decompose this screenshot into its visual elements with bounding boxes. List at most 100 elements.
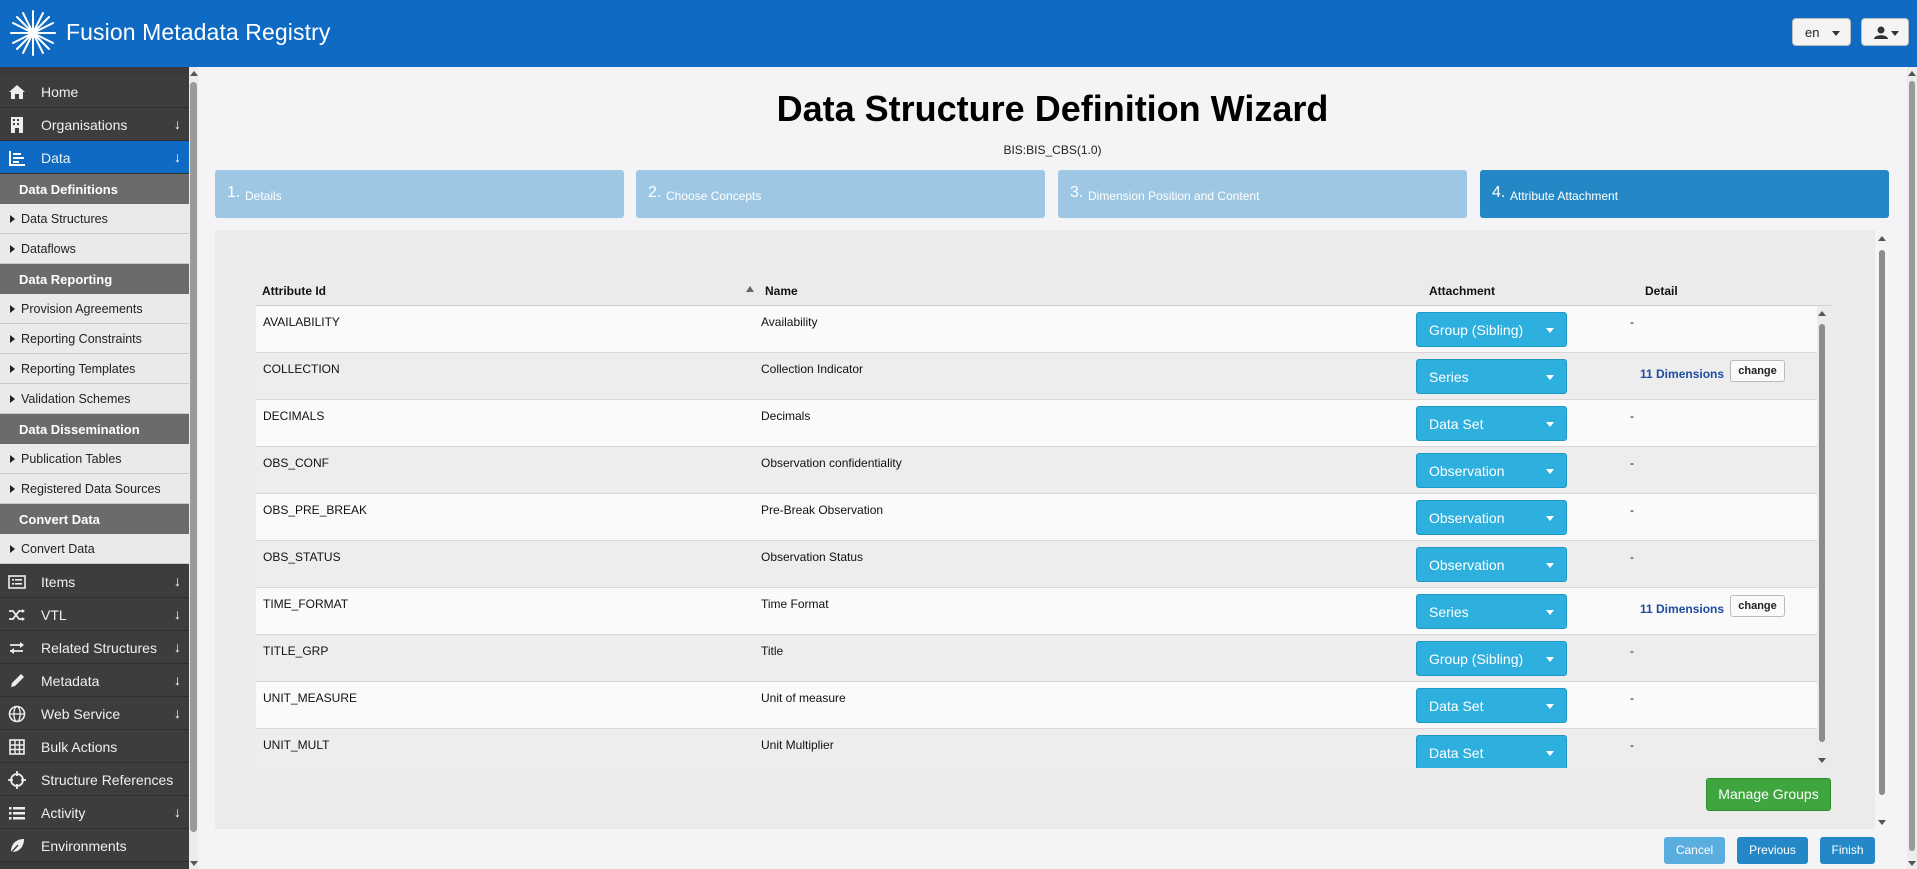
detail-value: - bbox=[1630, 315, 1634, 329]
attachment-dropdown[interactable]: Series bbox=[1416, 359, 1567, 394]
panel-scrollbar[interactable] bbox=[1877, 232, 1888, 828]
wizard-step-choose-concepts[interactable]: 2. Choose Concepts bbox=[636, 170, 1045, 218]
arrow-down-icon: ↓ bbox=[174, 116, 181, 132]
scroll-up-icon[interactable] bbox=[1908, 71, 1916, 76]
attribute-id: UNIT_MEASURE bbox=[263, 691, 358, 705]
chart-icon bbox=[9, 151, 25, 166]
language-dropdown[interactable]: en bbox=[1792, 18, 1851, 46]
attribute-id: DECIMALS bbox=[263, 409, 325, 423]
step-label: Choose Concepts bbox=[666, 189, 762, 203]
attachment-dropdown[interactable]: Observation bbox=[1416, 547, 1567, 582]
subitem-label: Validation Schemes bbox=[21, 392, 131, 406]
caret-right-icon bbox=[10, 395, 15, 403]
attachment-dropdown[interactable]: Data Set bbox=[1416, 688, 1567, 723]
attachment-value: Series bbox=[1429, 369, 1469, 385]
user-menu-button[interactable] bbox=[1861, 18, 1909, 46]
sidebar-item-related-structures[interactable]: Related Structures ↓ bbox=[0, 631, 189, 664]
subitem-label: Provision Agreements bbox=[21, 302, 143, 316]
wizard-step-details[interactable]: 1. Details bbox=[215, 170, 624, 218]
attribute-id: COLLECTION bbox=[263, 362, 340, 376]
sidebar-subitem-dataflows[interactable]: Dataflows bbox=[0, 234, 189, 264]
sidebar-subitem-reporting-templates[interactable]: Reporting Templates bbox=[0, 354, 189, 384]
sidebar-subitem-publication-tables[interactable]: Publication Tables bbox=[0, 444, 189, 474]
detail-value: - bbox=[1630, 691, 1634, 705]
sidebar-item-home[interactable]: Home bbox=[0, 75, 189, 108]
scroll-down-icon[interactable] bbox=[1818, 758, 1826, 763]
sidebar-item-vtl[interactable]: VTL ↓ bbox=[0, 598, 189, 631]
page-scrollbar[interactable] bbox=[1907, 67, 1917, 869]
wizard-step-dimension-position[interactable]: 3. Dimension Position and Content bbox=[1058, 170, 1467, 218]
sidebar-item-items[interactable]: Items ↓ bbox=[0, 565, 189, 598]
attribute-name: Time Format bbox=[761, 597, 829, 611]
attachment-dropdown[interactable]: Group (Sibling) bbox=[1416, 641, 1567, 676]
table-row: DECIMALS Decimals Data Set - bbox=[256, 400, 1817, 447]
table-scrollbar[interactable] bbox=[1817, 308, 1827, 768]
list-icon bbox=[9, 807, 25, 820]
attachment-dropdown[interactable]: Series bbox=[1416, 594, 1567, 629]
change-button[interactable]: change bbox=[1730, 595, 1785, 617]
building-icon bbox=[11, 117, 23, 133]
attribute-id: OBS_CONF bbox=[263, 456, 330, 470]
detail-value: - bbox=[1630, 550, 1634, 564]
sort-ascending-icon[interactable] bbox=[746, 286, 754, 292]
sidebar-item-organisations[interactable]: Organisations ↓ bbox=[0, 108, 189, 141]
table-row: COLLECTION Collection Indicator Series 1… bbox=[256, 353, 1817, 400]
sidebar-subitem-data-structures[interactable]: Data Structures bbox=[0, 204, 189, 234]
chevron-down-icon bbox=[1546, 751, 1554, 756]
manage-groups-button[interactable]: Manage Groups bbox=[1706, 778, 1831, 811]
sidebar-item-label: Activity bbox=[41, 805, 86, 821]
dimensions-link[interactable]: 11 Dimensions bbox=[1640, 367, 1724, 381]
scrollbar-thumb[interactable] bbox=[190, 82, 197, 832]
previous-button[interactable]: Previous bbox=[1737, 837, 1808, 864]
scroll-down-icon[interactable] bbox=[1908, 861, 1916, 866]
scroll-up-icon[interactable] bbox=[190, 71, 198, 76]
scroll-down-icon[interactable] bbox=[1878, 820, 1886, 825]
group-title: Data Reporting bbox=[19, 272, 113, 287]
sidebar-subitem-convert-data[interactable]: Convert Data bbox=[0, 534, 189, 564]
sidebar-item-web-service[interactable]: Web Service ↓ bbox=[0, 697, 189, 730]
wizard-step-attribute-attachment[interactable]: 4. Attribute Attachment bbox=[1480, 170, 1889, 218]
sidebar-item-structure-references[interactable]: Structure References bbox=[0, 763, 189, 796]
chevron-down-icon bbox=[1891, 31, 1899, 36]
attachment-dropdown[interactable]: Observation bbox=[1416, 453, 1567, 488]
column-header-attribute-id[interactable]: Attribute Id bbox=[262, 284, 326, 298]
attachment-dropdown[interactable]: Data Set bbox=[1416, 406, 1567, 441]
attachment-dropdown[interactable]: Observation bbox=[1416, 500, 1567, 535]
sidebar-group-header: Data Reporting bbox=[0, 264, 189, 294]
sidebar-subitem-provision-agreements[interactable]: Provision Agreements bbox=[0, 294, 189, 324]
dimensions-link[interactable]: 11 Dimensions bbox=[1640, 602, 1724, 616]
arrow-down-icon: ↓ bbox=[174, 573, 181, 589]
sidebar-item-bulk-actions[interactable]: Bulk Actions bbox=[0, 730, 189, 763]
finish-button[interactable]: Finish bbox=[1820, 837, 1875, 864]
column-header-detail[interactable]: Detail bbox=[1645, 284, 1678, 298]
attribute-id: UNIT_MULT bbox=[263, 738, 330, 752]
column-header-attachment[interactable]: Attachment bbox=[1429, 284, 1495, 298]
attachment-dropdown[interactable]: Data Set bbox=[1416, 735, 1567, 768]
scroll-up-icon[interactable] bbox=[1818, 311, 1826, 316]
sidebar-item-environments[interactable]: Environments bbox=[0, 829, 189, 862]
cancel-button[interactable]: Cancel bbox=[1664, 837, 1725, 864]
scroll-down-icon[interactable] bbox=[190, 861, 198, 866]
attachment-value: Data Set bbox=[1429, 745, 1484, 761]
scrollbar-thumb[interactable] bbox=[1819, 324, 1825, 742]
attachment-dropdown[interactable]: Group (Sibling) bbox=[1416, 312, 1567, 347]
chevron-down-icon bbox=[1832, 31, 1840, 36]
table-row: TITLE_GRP Title Group (Sibling) - bbox=[256, 635, 1817, 682]
sidebar-scrollbar[interactable] bbox=[189, 67, 198, 869]
sidebar-item-metadata[interactable]: Metadata ↓ bbox=[0, 664, 189, 697]
scrollbar-thumb[interactable] bbox=[1909, 81, 1915, 851]
step-number: 4. bbox=[1492, 184, 1506, 201]
sidebar-item-activity[interactable]: Activity ↓ bbox=[0, 796, 189, 829]
sidebar-subitem-reporting-constraints[interactable]: Reporting Constraints bbox=[0, 324, 189, 354]
attribute-id: TIME_FORMAT bbox=[263, 597, 349, 611]
sidebar-item-label: Home bbox=[41, 84, 79, 100]
sidebar-subitem-validation-schemes[interactable]: Validation Schemes bbox=[0, 384, 189, 414]
scroll-up-icon[interactable] bbox=[1878, 236, 1886, 241]
column-header-name[interactable]: Name bbox=[765, 284, 798, 298]
sidebar-item-data[interactable]: Data ↓ bbox=[0, 141, 189, 174]
sidebar-subitem-registered-data-sources[interactable]: Registered Data Sources bbox=[0, 474, 189, 504]
user-icon bbox=[1874, 26, 1888, 39]
caret-right-icon bbox=[10, 485, 15, 493]
scrollbar-thumb[interactable] bbox=[1879, 250, 1885, 795]
change-button[interactable]: change bbox=[1730, 360, 1785, 382]
